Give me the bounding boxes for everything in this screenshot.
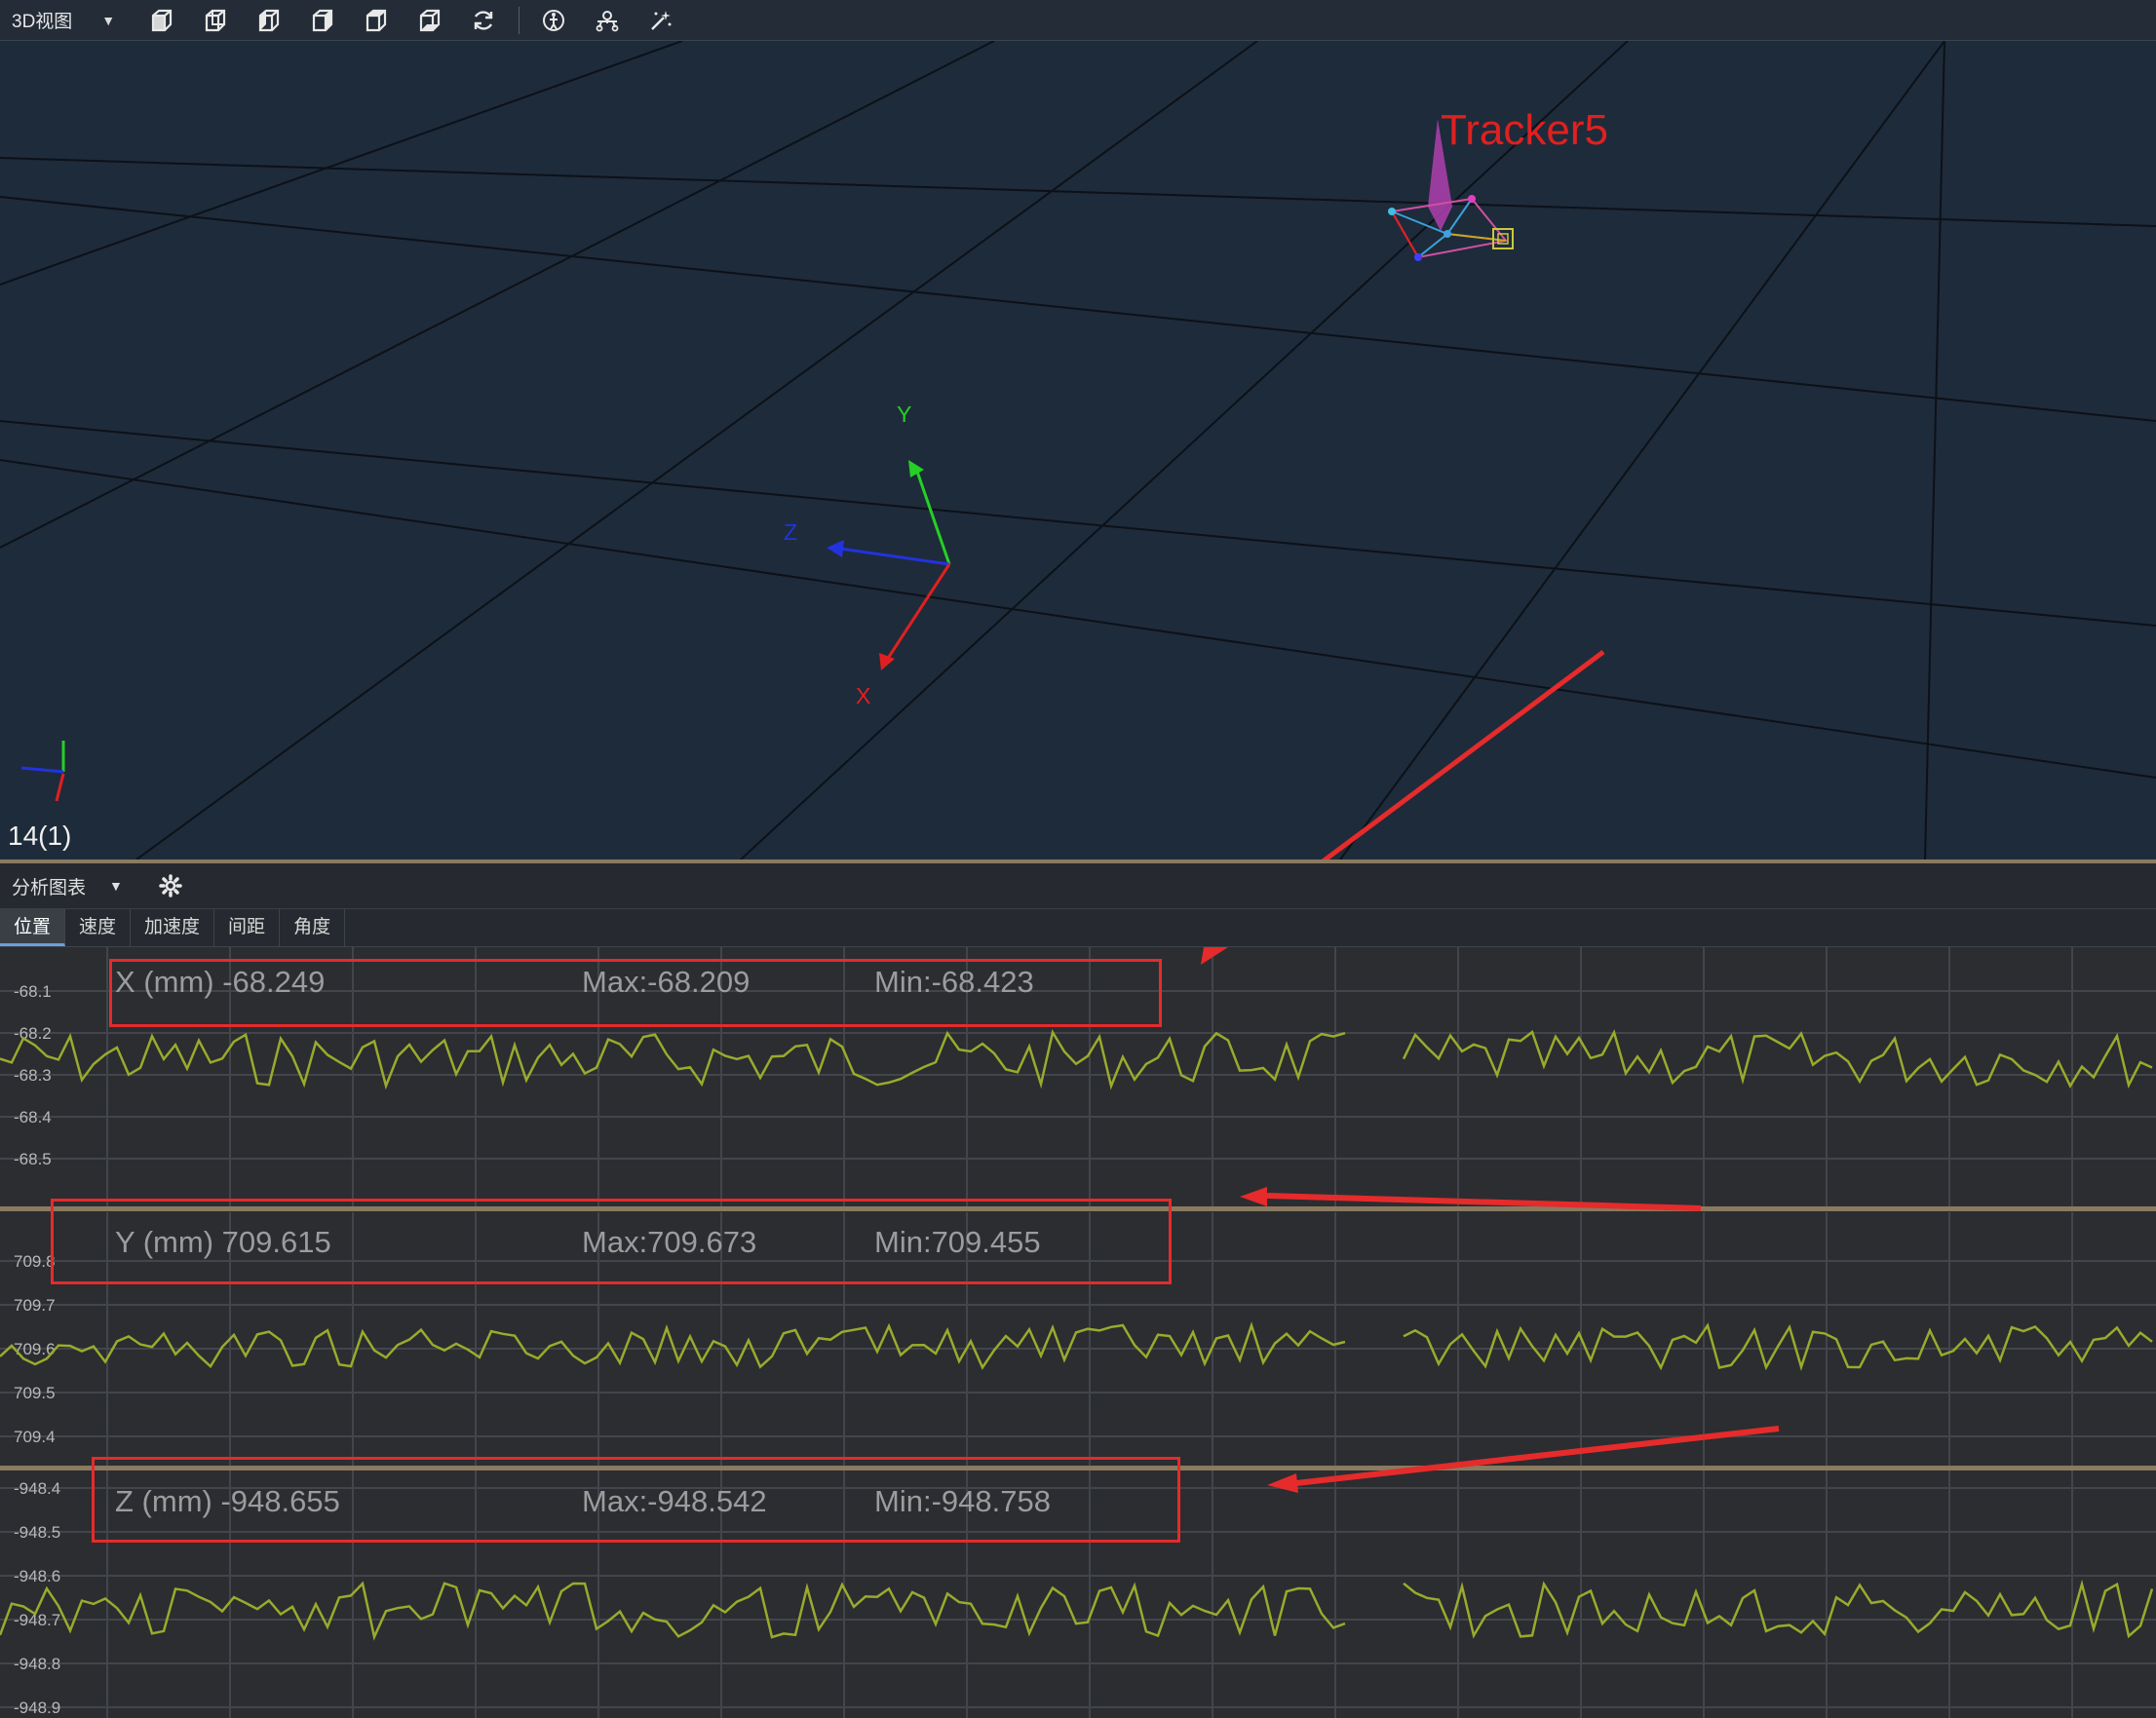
x-current-value: X (mm) -68.249 (115, 965, 326, 999)
annotation-arrowhead-z (1267, 1473, 1298, 1493)
scene-canvas: Y Z X Tracker5 (0, 41, 2156, 859)
analysis-chart-dropdown[interactable]: 分析图表 ▼ (12, 873, 123, 899)
y-current-value: Y (mm) 709.615 (115, 1225, 331, 1259)
signal-trace (0, 1581, 1346, 1641)
analysis-toolbar: 分析图表 ▼ (0, 863, 2156, 909)
chevron-down-icon: ▼ (109, 878, 123, 894)
signal-trace (0, 1321, 1346, 1370)
y-max-value: Max:709.673 (582, 1225, 757, 1259)
signal-trace (1403, 1579, 2154, 1639)
charts-canvas: -68.1-68.2-68.3-68.4-68.5709.8709.7709.6… (0, 947, 2156, 1718)
cube-bottom-icon[interactable] (410, 4, 449, 37)
cube-top-icon[interactable] (357, 4, 396, 37)
reset-view-icon[interactable] (464, 4, 503, 37)
cube-right-icon[interactable] (303, 4, 342, 37)
3d-viewport[interactable]: Y Z X Tracker5 14(1) (0, 41, 2156, 859)
view-mode-dropdown[interactable]: 3D视图 ▼ (12, 7, 115, 33)
y-tick-label: -948.5 (14, 1523, 60, 1542)
analysis-tabs: 位置 速度 加速度 间距 角度 (0, 909, 2156, 948)
cube-back-icon[interactable] (196, 4, 235, 37)
cube-front-icon[interactable] (142, 4, 181, 37)
skeleton-icon[interactable] (534, 4, 573, 37)
signal-trace (1402, 1029, 2153, 1089)
tab-velocity[interactable]: 速度 (65, 909, 132, 946)
y-tick-label: -948.7 (14, 1611, 60, 1629)
y-tick-label: 709.5 (14, 1384, 56, 1402)
z-min-value: Min:-948.758 (874, 1484, 1051, 1518)
frame-counter: 14(1) (8, 821, 72, 851)
y-tick-label: -68.3 (14, 1066, 52, 1085)
y-tick-label: -68.4 (14, 1108, 52, 1126)
view-mode-label: 3D视图 (12, 12, 73, 32)
z-current-value: Z (mm) -948.655 (115, 1484, 340, 1518)
tracker-label: Tracker5 (1441, 106, 1608, 154)
drone-icon[interactable] (588, 4, 627, 37)
y-tick-label: 709.7 (14, 1296, 56, 1315)
position-charts: -68.1 -68.2 -68.3 -68.4 -68.5 709.8 709.7 709.6… (0, 947, 2156, 1718)
tab-acceleration[interactable]: 加速度 (131, 909, 215, 946)
tab-position[interactable]: 位置 (0, 909, 66, 946)
toolbar-separator (519, 6, 520, 34)
axis-y-label: Y (897, 401, 911, 427)
axis-z-label: Z (784, 519, 797, 545)
floor-grid (0, 41, 2156, 859)
chevron-down-icon: ▼ (101, 12, 116, 28)
gear-icon[interactable] (156, 871, 185, 900)
cube-left-icon[interactable] (250, 4, 289, 37)
tab-distance[interactable]: 间距 (214, 909, 281, 946)
tab-angle[interactable]: 角度 (280, 909, 346, 946)
y-tick-label: -948.8 (14, 1655, 60, 1673)
signal-trace (1403, 1322, 2153, 1371)
z-max-value: Max:-948.542 (582, 1484, 767, 1518)
annotation-arrowhead-x (1201, 947, 1228, 965)
world-axes (827, 460, 951, 670)
signal-trace (0, 1029, 1346, 1090)
x-max-value: Max:-68.209 (582, 965, 751, 999)
y-tick-label: 709.4 (14, 1428, 56, 1446)
y-tick-label: -68.1 (14, 982, 52, 1001)
y-tick-label: -68.5 (14, 1150, 52, 1168)
y-tick-label: 709.8 (14, 1252, 56, 1271)
y-tick-label: -948.9 (14, 1699, 60, 1717)
orientation-gizmo (20, 741, 65, 802)
annotation-arrow-x (1321, 649, 1605, 859)
y-tick-label: -68.2 (14, 1024, 52, 1043)
annotation-arrowhead-y (1240, 1187, 1267, 1206)
y-tick-label: -948.6 (14, 1567, 60, 1585)
viewport-toolbar: 3D视图 ▼ (0, 0, 2156, 41)
axis-x-label: X (856, 683, 870, 708)
y-min-value: Min:709.455 (874, 1225, 1041, 1259)
analysis-title: 分析图表 (12, 877, 87, 898)
x-min-value: Min:-68.423 (874, 965, 1034, 999)
y-tick-label: -948.4 (14, 1479, 60, 1498)
magic-wand-icon[interactable] (641, 4, 680, 37)
